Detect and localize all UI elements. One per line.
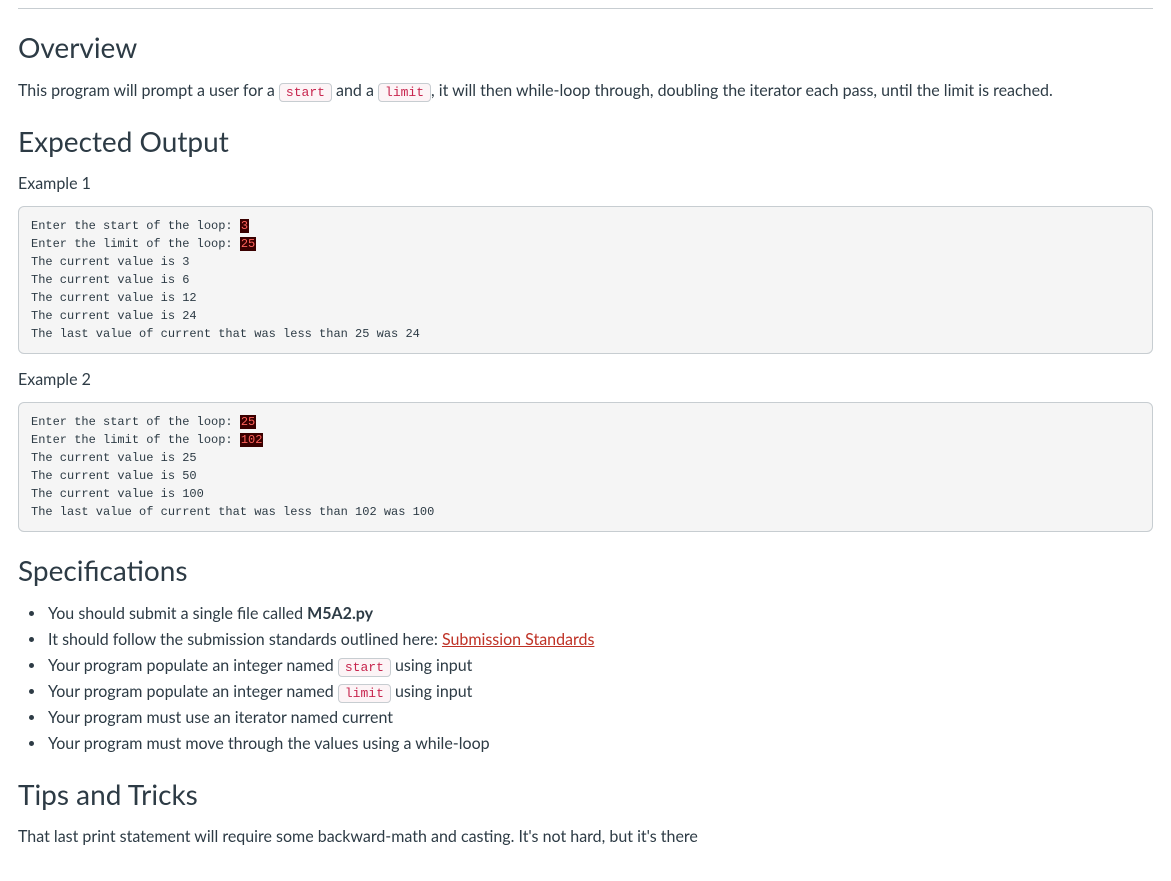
ex2-line2-input: 102 (240, 433, 264, 447)
example-2-codeblock: Enter the start of the loop: 25 Enter th… (18, 402, 1153, 532)
expected-output-heading: Expected Output (18, 125, 1153, 159)
overview-heading: Overview (18, 31, 1153, 65)
spec-item-2: It should follow the submission standard… (46, 628, 1153, 652)
example-2-label: Example 2 (18, 368, 1153, 392)
ex2-line2-text: Enter the limit of the loop: (31, 433, 240, 447)
spec-1-filename: M5A2.py (307, 604, 373, 623)
spec-item-1: You should submit a single file called M… (46, 602, 1153, 626)
top-divider (18, 8, 1153, 9)
example-1-codeblock: Enter the start of the loop: 3 Enter the… (18, 206, 1153, 354)
ex1-rest: The current value is 3 The current value… (31, 255, 420, 341)
spec-3-code: start (338, 658, 391, 677)
spec-item-4: Your program populate an integer named l… (46, 680, 1153, 704)
spec-3-text-after: using input (391, 656, 473, 675)
spec-item-5: Your program must use an iterator named … (46, 706, 1153, 730)
overview-paragraph: This program will prompt a user for a st… (18, 79, 1153, 103)
inline-code-start: start (279, 83, 332, 102)
tips-heading: Tips and Tricks (18, 778, 1153, 812)
spec-4-code: limit (338, 684, 391, 703)
overview-text-2: and a (332, 81, 378, 100)
specifications-list: You should submit a single file called M… (18, 602, 1153, 756)
overview-text-1: This program will prompt a user for a (18, 81, 279, 100)
spec-2-text-before: It should follow the submission standard… (48, 630, 442, 649)
spec-4-text-after: using input (391, 682, 473, 701)
specifications-heading: Specifications (18, 554, 1153, 588)
ex1-line1-input: 3 (240, 219, 249, 233)
spec-3-text-before: Your program populate an integer named (48, 656, 338, 675)
overview-text-3: , it will then while-loop through, doubl… (431, 81, 1053, 100)
inline-code-limit: limit (378, 83, 431, 102)
tips-paragraph: That last print statement will require s… (18, 825, 1153, 849)
submission-standards-link[interactable]: Submission Standards (442, 630, 594, 649)
spec-4-text-before: Your program populate an integer named (48, 682, 338, 701)
spec-item-3: Your program populate an integer named s… (46, 654, 1153, 678)
spec-item-6: Your program must move through the value… (46, 732, 1153, 756)
spec-1-text-before: You should submit a single file called (48, 604, 307, 623)
example-1-label: Example 1 (18, 172, 1153, 196)
ex2-line1-text: Enter the start of the loop: (31, 415, 240, 429)
ex1-line2-text: Enter the limit of the loop: (31, 237, 240, 251)
ex2-line1-input: 25 (240, 415, 256, 429)
ex2-rest: The current value is 25 The current valu… (31, 451, 434, 519)
ex1-line2-input: 25 (240, 237, 256, 251)
ex1-line1-text: Enter the start of the loop: (31, 219, 240, 233)
